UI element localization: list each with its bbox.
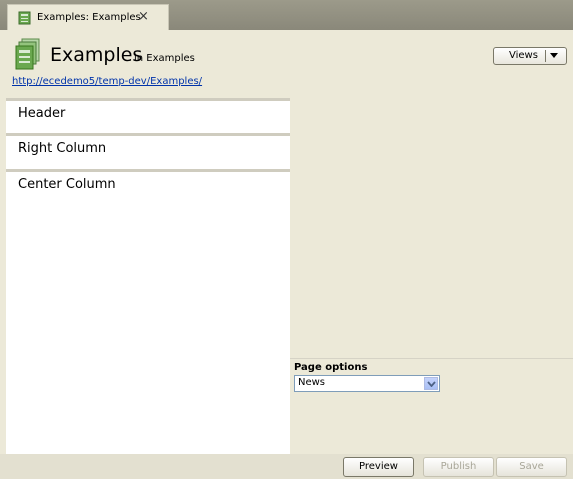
publish-button[interactable]: Publish bbox=[423, 457, 494, 477]
section-label: Header bbox=[18, 106, 66, 121]
sections-panel: Header Right Column Center Column bbox=[6, 98, 290, 454]
tab-bar: Examples: Examples × bbox=[0, 0, 573, 30]
section-center-column[interactable]: Center Column bbox=[6, 169, 290, 199]
chevron-down-icon[interactable] bbox=[424, 377, 438, 390]
views-button[interactable]: Views bbox=[493, 47, 567, 65]
page-options-label: Page options bbox=[294, 362, 368, 373]
section-label: Center Column bbox=[18, 177, 116, 192]
page-options-select[interactable]: News bbox=[294, 375, 440, 392]
save-button[interactable]: Save bbox=[496, 457, 567, 477]
divider bbox=[290, 358, 573, 359]
section-label: Right Column bbox=[18, 141, 107, 156]
document-stack-icon bbox=[15, 38, 41, 70]
page-icon bbox=[18, 11, 31, 25]
page-title: Examples bbox=[50, 44, 143, 66]
section-header[interactable]: Header bbox=[6, 98, 290, 128]
tab-examples[interactable]: Examples: Examples × bbox=[7, 4, 169, 30]
chevron-down-icon[interactable] bbox=[549, 50, 559, 63]
views-separator bbox=[545, 50, 546, 62]
section-right-column[interactable]: Right Column bbox=[6, 133, 290, 163]
page-url-link[interactable]: http://ecedemo5/temp-dev/Examples/ bbox=[12, 76, 202, 87]
views-label: Views bbox=[509, 50, 538, 61]
tab-label: Examples: Examples bbox=[37, 12, 141, 23]
page-subtitle: in Examples bbox=[134, 53, 195, 64]
close-icon[interactable]: × bbox=[138, 9, 149, 24]
preview-button[interactable]: Preview bbox=[343, 457, 414, 477]
page-options-value: News bbox=[298, 377, 326, 388]
